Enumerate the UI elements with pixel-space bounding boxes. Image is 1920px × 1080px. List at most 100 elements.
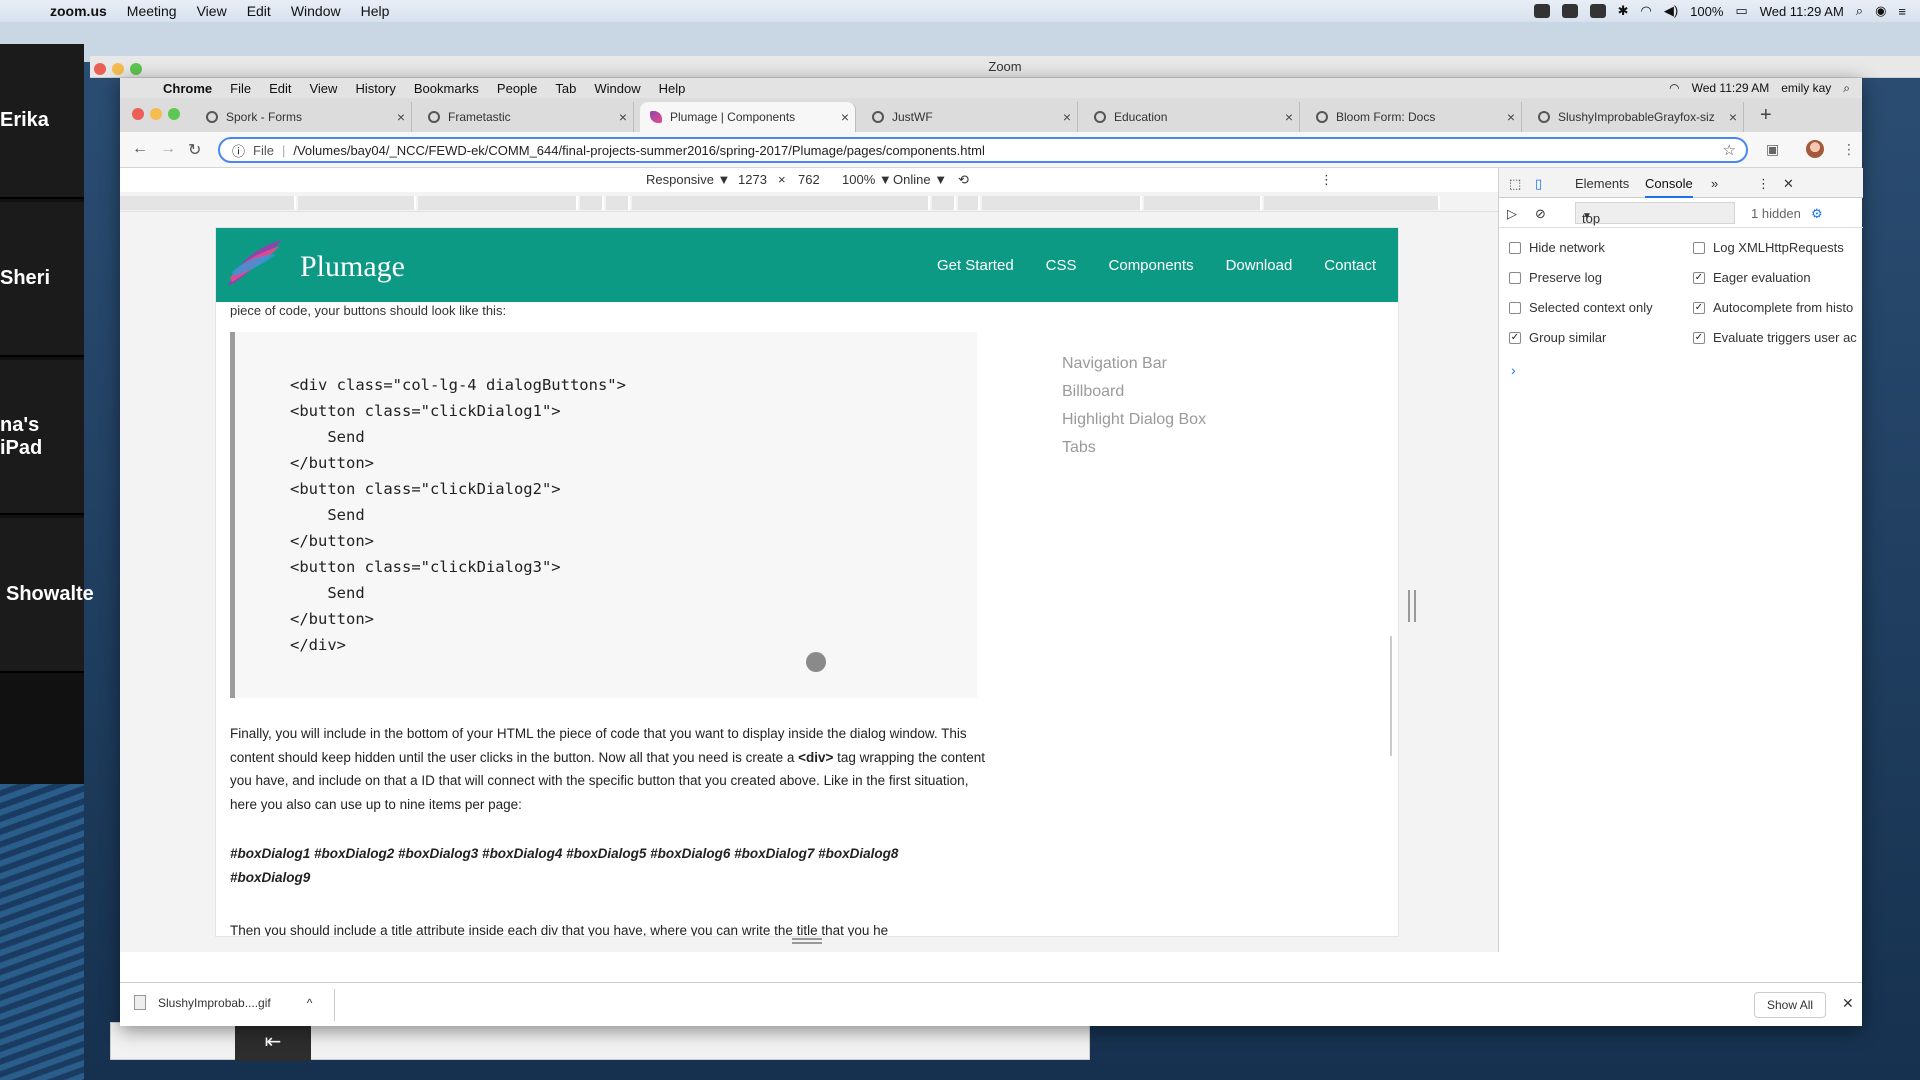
nav-components[interactable]: Components: [1109, 257, 1194, 274]
menu-window[interactable]: Window: [281, 3, 351, 19]
width-resize-handle[interactable]: [1408, 590, 1416, 622]
exit-fullscreen-button[interactable]: ⇤: [235, 1023, 311, 1061]
forward-arrow-icon[interactable]: →: [160, 140, 176, 158]
nav-contact[interactable]: Contact: [1324, 257, 1376, 274]
close-window-icon[interactable]: [132, 108, 144, 120]
participant-tile[interactable]: Erika: [0, 44, 84, 199]
option-selected-context[interactable]: Selected context only: [1509, 300, 1653, 315]
url-text[interactable]: /Volumes/bay04/_NCC/FEWD-ek/COMM_644/fin…: [293, 143, 984, 158]
info-icon[interactable]: ⓘ: [232, 141, 245, 160]
zoom-level-select[interactable]: 100% ▼: [842, 172, 892, 187]
bluetooth-icon[interactable]: ✱: [1618, 3, 1629, 19]
close-tab-icon[interactable]: ×: [1501, 109, 1521, 125]
back-arrow-icon[interactable]: ←: [132, 140, 148, 158]
tab-justwf[interactable]: JustWF ×: [862, 102, 1078, 132]
clear-console-icon[interactable]: ⊘: [1535, 206, 1546, 222]
tab-education[interactable]: Education ×: [1084, 102, 1300, 132]
option-log-xhr[interactable]: Log XMLHttpRequests: [1693, 240, 1844, 255]
volume-icon[interactable]: ◀): [1664, 3, 1678, 19]
search-icon[interactable]: ⌕: [1843, 81, 1850, 96]
devtools-kebab-icon[interactable]: ⋮: [1757, 176, 1770, 192]
cloud-tray-icon[interactable]: [1589, 4, 1606, 18]
page-scrollbar[interactable]: [1390, 636, 1392, 756]
inspect-element-icon[interactable]: ⬚: [1509, 176, 1521, 192]
show-all-button[interactable]: Show All: [1754, 992, 1827, 1018]
chevron-up-icon[interactable]: ^: [307, 996, 313, 1010]
sidebar-link-billboard[interactable]: Billboard: [1062, 378, 1206, 406]
participant-tile[interactable]: Sheri: [0, 202, 84, 357]
close-window-icon[interactable]: [94, 63, 106, 75]
zoom-tray-icon[interactable]: [1533, 4, 1550, 18]
option-eager-evaluation[interactable]: ✓ Eager evaluation: [1693, 270, 1811, 285]
chrome-menu-clock[interactable]: Wed 11:29 AM: [1692, 81, 1770, 95]
close-devtools-icon[interactable]: ✕: [1783, 176, 1794, 192]
bookmark-star-icon[interactable]: ☆: [1723, 141, 1736, 159]
option-hide-network[interactable]: Hide network: [1509, 240, 1605, 255]
nav-download[interactable]: Download: [1226, 257, 1293, 274]
menu-meeting[interactable]: Meeting: [117, 3, 187, 19]
hidden-count[interactable]: 1 hidden: [1751, 206, 1801, 221]
minimize-window-icon[interactable]: [150, 108, 162, 120]
close-tab-icon[interactable]: ×: [391, 109, 411, 125]
close-shelf-icon[interactable]: ✕: [1842, 995, 1854, 1012]
reload-icon[interactable]: ↻: [188, 140, 201, 160]
menu-tab[interactable]: Tab: [546, 81, 585, 96]
checkbox[interactable]: [1509, 271, 1521, 284]
option-evaluate-triggers[interactable]: ✓ Evaluate triggers user ac: [1693, 330, 1857, 345]
new-tab-button[interactable]: +: [1760, 104, 1772, 127]
checkbox[interactable]: [1509, 241, 1521, 254]
option-preserve-log[interactable]: Preserve log: [1509, 270, 1602, 285]
sidebar-link-tabs[interactable]: Tabs: [1062, 434, 1206, 462]
chat-tray-icon[interactable]: [1561, 4, 1578, 18]
viewport-width-input[interactable]: 1273: [738, 172, 767, 187]
option-group-similar[interactable]: ✓ Group similar: [1509, 330, 1606, 345]
media-query-ruler[interactable]: [120, 192, 1498, 212]
sidebar-link-highlight-dialog[interactable]: Highlight Dialog Box: [1062, 406, 1206, 434]
checkbox-checked[interactable]: ✓: [1693, 301, 1705, 314]
device-toolbar-icon[interactable]: ▯: [1535, 176, 1542, 192]
console-prompt[interactable]: ›: [1511, 362, 1516, 378]
wifi-icon[interactable]: ◠: [1669, 81, 1679, 95]
plumage-feather-logo-icon[interactable]: [224, 238, 284, 290]
device-mode-select[interactable]: Responsive ▼: [646, 172, 730, 187]
menu-edit[interactable]: Edit: [237, 3, 281, 19]
battery-percent[interactable]: 100%: [1690, 4, 1723, 19]
zoom-window-titlebar[interactable]: Zoom: [90, 56, 1920, 78]
tab-plumage-components[interactable]: Plumage | Components ×: [640, 102, 856, 132]
close-tab-icon[interactable]: ×: [1279, 109, 1299, 125]
menu-view[interactable]: View: [187, 3, 237, 19]
checkbox[interactable]: [1509, 301, 1521, 314]
extension-icon[interactable]: ▣: [1766, 141, 1779, 158]
zoom-window-icon[interactable]: [130, 63, 142, 75]
menu-history[interactable]: History: [346, 81, 404, 96]
rotate-icon[interactable]: ⟲: [958, 172, 969, 188]
spotlight-icon[interactable]: ⌕: [1856, 3, 1863, 19]
address-bar[interactable]: ⓘ File | /Volumes/bay04/_NCC/FEWD-ek/COM…: [218, 137, 1748, 163]
minimize-window-icon[interactable]: [112, 63, 124, 75]
option-autocomplete[interactable]: ✓ Autocomplete from histo: [1693, 300, 1853, 315]
menu-help[interactable]: Help: [650, 81, 695, 96]
maximize-window-icon[interactable]: [168, 108, 180, 120]
context-select[interactable]: top ▼: [1575, 202, 1735, 226]
menu-window[interactable]: Window: [585, 81, 649, 96]
chrome-menu-user[interactable]: emily kay: [1781, 81, 1831, 95]
close-tab-icon[interactable]: ×: [1723, 109, 1743, 125]
menu-people[interactable]: People: [488, 81, 546, 96]
nav-get-started[interactable]: Get Started: [937, 257, 1014, 274]
network-throttle-select[interactable]: Online ▼: [893, 172, 947, 187]
notification-icon[interactable]: ≡: [1898, 4, 1906, 19]
tab-bloom-form[interactable]: Bloom Form: Docs ×: [1306, 102, 1522, 132]
wifi-icon[interactable]: ◠: [1640, 3, 1651, 19]
menu-edit[interactable]: Edit: [260, 81, 300, 96]
checkbox[interactable]: [1693, 241, 1705, 254]
close-tab-icon[interactable]: ×: [835, 109, 855, 125]
menu-chrome[interactable]: Chrome: [154, 81, 221, 96]
more-tabs-button[interactable]: »: [1711, 176, 1718, 191]
menu-help[interactable]: Help: [351, 3, 400, 19]
tab-spork-forms[interactable]: Spork - Forms ×: [196, 102, 412, 132]
download-item[interactable]: SlushyImprobab....gif ^: [134, 995, 312, 1010]
menu-app-name[interactable]: zoom.us: [40, 3, 117, 19]
sidebar-link-navigation-bar[interactable]: Navigation Bar: [1062, 350, 1206, 378]
participant-tile[interactable]: na's iPad: [0, 360, 84, 515]
checkbox-checked[interactable]: ✓: [1693, 271, 1705, 284]
